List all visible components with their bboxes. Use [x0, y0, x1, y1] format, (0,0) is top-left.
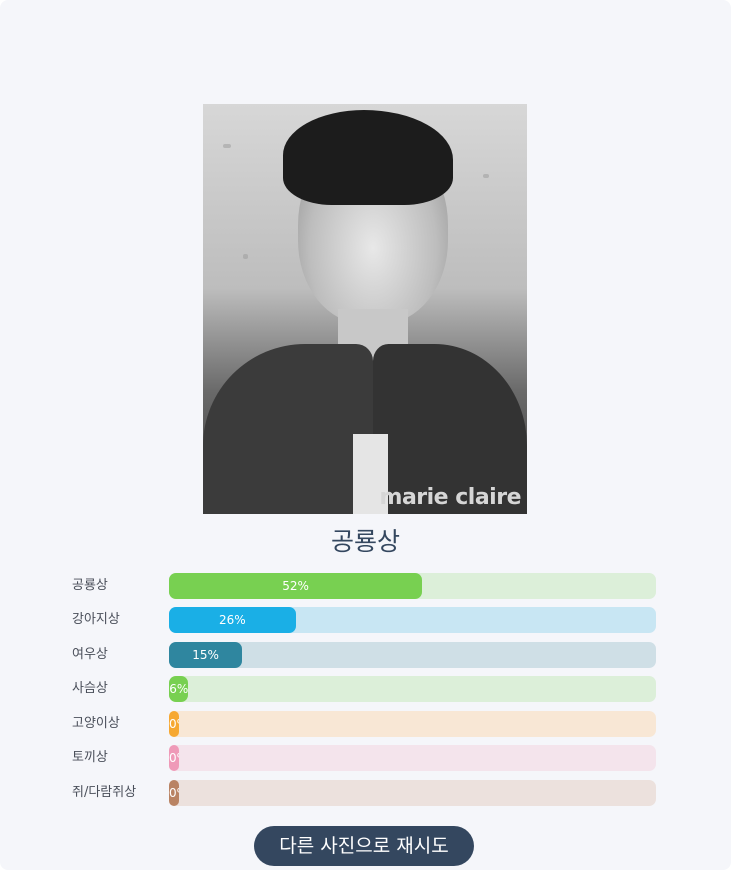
result-photo: marie claire	[203, 104, 527, 514]
result-bar-label: 여우상	[72, 647, 108, 662]
result-bar-fill: 26%	[169, 607, 296, 633]
result-bar-track: 0%	[169, 711, 656, 737]
photo-detail	[243, 254, 248, 259]
result-bar-fill: 15%	[169, 642, 243, 668]
retry-button[interactable]: 다른 사진으로 재시도	[254, 826, 474, 866]
result-bar-row: 사슴상 6%	[0, 676, 731, 702]
result-bar-row: 여우상 15%	[0, 642, 731, 668]
result-bar-label: 고양이상	[72, 716, 120, 731]
result-bar-track: 0%	[169, 780, 656, 806]
result-bar-fill: 0%	[169, 780, 179, 806]
result-bar-track: 6%	[169, 676, 656, 702]
result-bar-label: 공룡상	[72, 578, 108, 593]
photo-detail	[483, 174, 489, 178]
photo-detail	[223, 144, 231, 148]
photo-hair	[283, 110, 453, 205]
result-bar-label: 사슴상	[72, 681, 108, 696]
result-card: marie claire 공룡상 공룡상 52% 강아지상 26% 여우상 15% 사슴상 6…	[0, 0, 731, 870]
result-bar-fill: 0%	[169, 711, 179, 737]
result-bar-fill: 6%	[169, 676, 189, 702]
result-bar-row: 공룡상 52%	[0, 573, 731, 599]
result-bar-fill: 0%	[169, 745, 179, 771]
result-bar-label: 토끼상	[72, 750, 108, 765]
photo-watermark-logo: marie claire	[379, 485, 522, 510]
result-bar-label: 쥐/다람쥐상	[72, 785, 137, 800]
result-bar-track: 52%	[169, 573, 656, 599]
result-bar-row: 쥐/다람쥐상 0%	[0, 780, 731, 806]
result-bar-track: 15%	[169, 642, 656, 668]
result-bar-label: 강아지상	[72, 612, 120, 627]
result-bar-track: 0%	[169, 745, 656, 771]
result-bar-row: 고양이상 0%	[0, 711, 731, 737]
result-bar-track: 26%	[169, 607, 656, 633]
result-title: 공룡상	[330, 527, 400, 556]
result-bar-row: 강아지상 26%	[0, 607, 731, 633]
result-bar-row: 토끼상 0%	[0, 745, 731, 771]
photo-jacket-left	[203, 344, 373, 514]
result-bar-fill: 52%	[169, 573, 423, 599]
